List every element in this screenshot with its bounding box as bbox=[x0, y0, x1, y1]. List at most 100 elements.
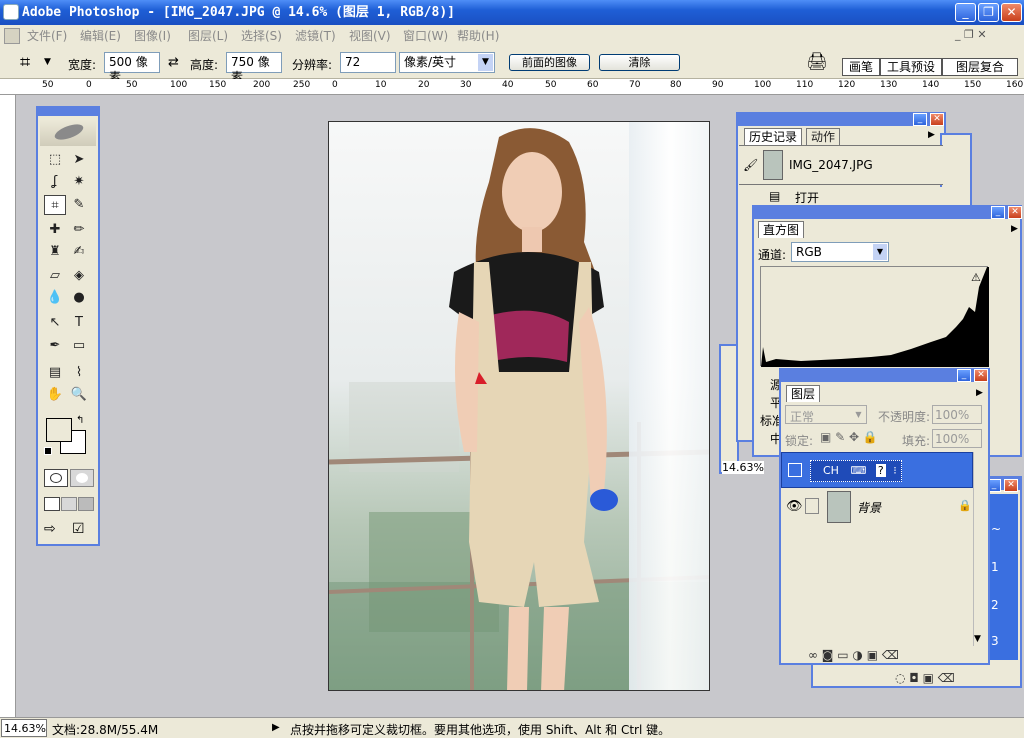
tab-histogram[interactable]: 直方图 bbox=[758, 221, 805, 238]
pen-tool-icon[interactable]: ✒ bbox=[44, 336, 66, 356]
tab-history[interactable]: 历史记录 bbox=[744, 128, 803, 145]
visibility-toggle[interactable] bbox=[788, 463, 802, 477]
channels-footer-icons[interactable]: ◌ ◘ ▣ ⌫ bbox=[895, 671, 955, 685]
resolution-input[interactable]: 72 bbox=[340, 52, 396, 73]
restore-button[interactable]: ❐ bbox=[978, 3, 999, 22]
vertical-ruler[interactable] bbox=[0, 95, 16, 718]
foreground-color-front[interactable] bbox=[46, 418, 72, 442]
quick-mask-icon[interactable] bbox=[70, 469, 94, 487]
tab-layer-comps[interactable]: 图层复合 bbox=[942, 58, 1018, 76]
history-minimize-button[interactable]: _ bbox=[913, 113, 927, 126]
help-icon[interactable]: ? bbox=[875, 464, 886, 477]
type-tool-icon[interactable]: T bbox=[68, 313, 90, 333]
palette-well-icon[interactable]: 🖨 bbox=[806, 52, 830, 74]
tab-layers[interactable]: 图层 bbox=[786, 385, 821, 402]
healing-brush-tool-icon[interactable]: ✚ bbox=[44, 220, 66, 240]
menu-layer[interactable]: 图层(L) bbox=[188, 27, 228, 44]
menu-filter[interactable]: 滤镜(T) bbox=[295, 27, 336, 44]
layer-row-background[interactable]: 👁 背景 🔒 bbox=[781, 489, 973, 525]
layers-scrollbar[interactable] bbox=[973, 452, 987, 646]
feather-logo-icon[interactable] bbox=[40, 120, 96, 146]
document-canvas[interactable] bbox=[328, 121, 710, 691]
close-button[interactable]: ✕ bbox=[1001, 3, 1022, 22]
layers-menu-arrow-icon[interactable]: ▶ bbox=[976, 388, 983, 398]
move-tool-icon[interactable]: ➤ bbox=[68, 150, 90, 170]
eyedropper-tool-icon[interactable]: ⌇ bbox=[68, 363, 90, 383]
layer-row-selected[interactable]: CH ⌨ ? ⁝ bbox=[781, 452, 973, 488]
layers-close-button[interactable]: ✕ bbox=[974, 369, 988, 382]
chevron-updown-icon[interactable]: ⁝ bbox=[893, 464, 897, 477]
brush-tool-icon[interactable]: ✏ bbox=[68, 220, 90, 240]
history-menu-arrow-icon[interactable]: ▶ bbox=[928, 130, 935, 140]
scroll-down-icon[interactable]: ▼ bbox=[974, 634, 981, 644]
menu-file[interactable]: 文件(F) bbox=[27, 27, 67, 44]
channels-list[interactable]: ~ 1 2 3 bbox=[988, 494, 1018, 660]
menu-window[interactable]: 窗口(W) bbox=[403, 27, 448, 44]
resolution-unit-select[interactable]: 像素/英寸 ▼ bbox=[399, 52, 495, 73]
default-colors-icon[interactable] bbox=[44, 447, 52, 455]
doc-window-controls[interactable]: _ ❐ ✕ bbox=[955, 28, 987, 41]
crop-tool-icon[interactable]: ⌗ bbox=[44, 195, 66, 215]
dodge-tool-icon[interactable]: ● bbox=[68, 288, 90, 308]
document-icon[interactable] bbox=[4, 28, 20, 44]
navigator-zoom[interactable]: 14.63% bbox=[722, 461, 764, 474]
paint-bucket-tool-icon[interactable]: ◈ bbox=[68, 266, 90, 286]
screen-mode-full-icon[interactable] bbox=[78, 497, 94, 511]
hand-tool-icon[interactable]: ✋ bbox=[44, 385, 66, 405]
tab-tool-presets[interactable]: 工具预设 bbox=[880, 58, 942, 76]
channels-close-button[interactable]: ✕ bbox=[1004, 479, 1018, 492]
histogram-close-button[interactable]: ✕ bbox=[1008, 206, 1022, 219]
ime-toolbar[interactable]: CH ⌨ ? ⁝ bbox=[810, 460, 902, 482]
menu-select[interactable]: 选择(S) bbox=[241, 27, 282, 44]
screen-mode-full-menu-icon[interactable] bbox=[61, 497, 77, 511]
layers-minimize-button[interactable]: _ bbox=[957, 369, 971, 382]
crop-tool-preset-icon[interactable]: ⌗ bbox=[20, 52, 30, 73]
opacity-input[interactable]: 100% bbox=[932, 405, 982, 424]
zoom-tool-icon[interactable]: 🔍 bbox=[68, 385, 90, 405]
history-snapshot-row[interactable]: 🖌 IMG_2047.JPG bbox=[739, 145, 943, 185]
shape-tool-icon[interactable]: ▭ bbox=[68, 336, 90, 356]
notes-tool-icon[interactable]: ▤ bbox=[44, 363, 66, 383]
slice-tool-icon[interactable]: ✎ bbox=[68, 195, 90, 215]
swap-colors-icon[interactable]: ↰ bbox=[76, 415, 84, 426]
menu-view[interactable]: 视图(V) bbox=[349, 27, 391, 44]
standard-mode-icon[interactable] bbox=[44, 469, 68, 487]
history-close-button[interactable]: ✕ bbox=[930, 113, 944, 126]
minimize-button[interactable]: _ bbox=[955, 3, 976, 22]
status-menu-arrow-icon[interactable]: ▶ bbox=[272, 722, 280, 733]
menu-image[interactable]: 图像(I) bbox=[134, 27, 171, 44]
fill-input[interactable]: 100% bbox=[932, 429, 982, 448]
lasso-tool-icon[interactable]: ʆ bbox=[44, 172, 66, 192]
keyboard-icon[interactable]: ⌨ bbox=[850, 464, 866, 477]
blur-tool-icon[interactable]: 💧 bbox=[44, 288, 66, 308]
height-input[interactable]: 750 像素 bbox=[226, 52, 282, 84]
marquee-tool-icon[interactable]: ⬚ bbox=[44, 150, 66, 170]
history-step-open[interactable]: ▤ 打开 bbox=[739, 187, 943, 207]
magic-wand-tool-icon[interactable]: ✷ bbox=[68, 172, 90, 192]
path-selection-tool-icon[interactable]: ↖ bbox=[44, 313, 66, 333]
layers-footer-icons[interactable]: ∞ ◙ ▭ ◑ ▣ ⌫ bbox=[808, 648, 899, 662]
screen-mode-standard-icon[interactable] bbox=[44, 497, 60, 511]
zoom-input[interactable]: 14.63% bbox=[1, 719, 47, 737]
menu-edit[interactable]: 编辑(E) bbox=[80, 27, 121, 44]
history-brush-tool-icon[interactable]: ✍ bbox=[68, 242, 90, 262]
preset-dropdown-arrow-icon[interactable]: ▼ bbox=[44, 57, 51, 67]
tab-brushes[interactable]: 画笔 bbox=[842, 58, 880, 76]
histogram-menu-arrow-icon[interactable]: ▶ bbox=[1011, 224, 1018, 234]
check-icon[interactable]: ☑ bbox=[72, 521, 92, 539]
histogram-minimize-button[interactable]: _ bbox=[991, 206, 1005, 219]
link-toggle[interactable] bbox=[805, 498, 819, 514]
tab-actions[interactable]: 动作 bbox=[806, 128, 841, 145]
swap-dimensions-icon[interactable]: ⇄ bbox=[168, 55, 179, 70]
front-image-button[interactable]: 前面的图像 bbox=[509, 54, 590, 71]
eraser-tool-icon[interactable]: ▱ bbox=[44, 266, 66, 286]
jump-to-imageready-icon[interactable]: ⇨ bbox=[44, 521, 70, 539]
channel-select[interactable]: RGB ▼ bbox=[791, 242, 889, 262]
clear-button[interactable]: 清除 bbox=[599, 54, 680, 71]
eye-icon[interactable]: 👁 bbox=[786, 499, 803, 514]
clone-stamp-tool-icon[interactable]: ♜ bbox=[44, 242, 66, 262]
width-input[interactable]: 500 像素 bbox=[104, 52, 160, 84]
blend-mode-select[interactable]: 正常 ▼ bbox=[785, 405, 867, 424]
menu-help[interactable]: 帮助(H) bbox=[457, 27, 499, 44]
lock-icons[interactable]: ▣ ✎ ✥ 🔒 bbox=[820, 430, 878, 444]
